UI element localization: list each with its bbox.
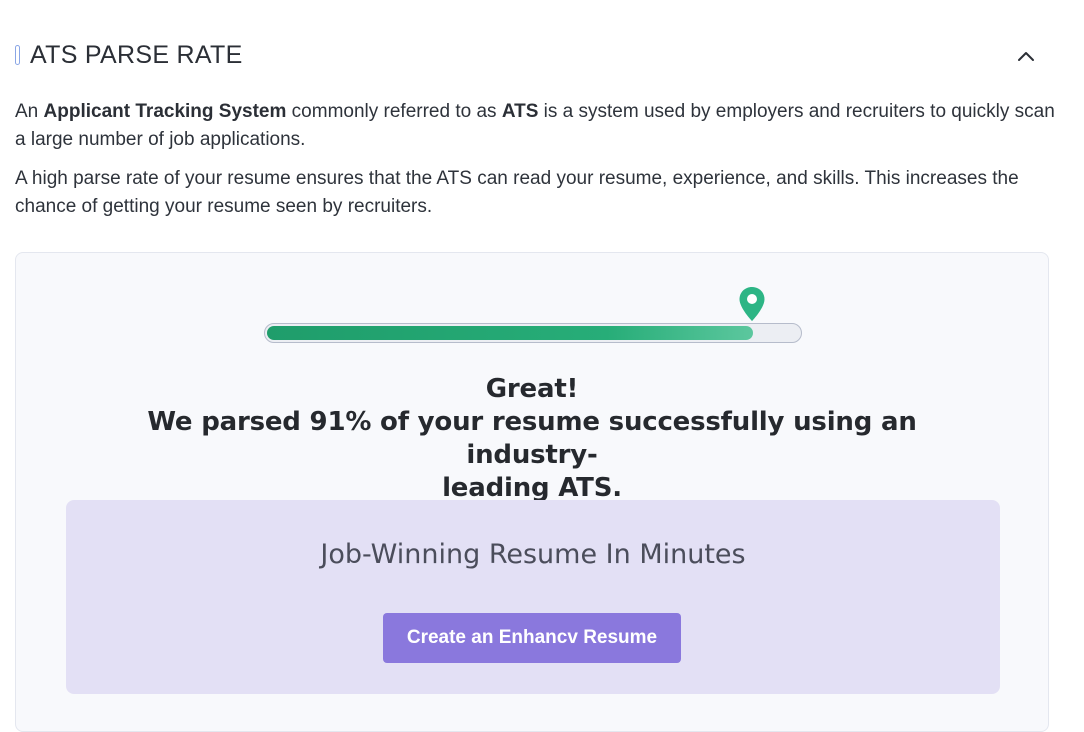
collapse-button[interactable] bbox=[1013, 43, 1039, 69]
location-pin-icon bbox=[739, 287, 765, 321]
intro-bold-term: Applicant Tracking System bbox=[43, 101, 287, 122]
parse-rate-progress-fill bbox=[267, 326, 753, 340]
parse-rate-explanation: A high parse rate of your resume ensures… bbox=[15, 168, 1019, 217]
promo-title: Job-Winning Resume In Minutes bbox=[320, 539, 746, 570]
result-headline: Great! bbox=[485, 374, 579, 404]
parse-result-card: Great! We parsed 91% of your resume succ… bbox=[15, 252, 1049, 732]
parse-result-message: Great! We parsed 91% of your resume succ… bbox=[106, 373, 958, 505]
result-detail-line-1: We parsed 91% of your resume successfull… bbox=[147, 407, 917, 470]
section-title: ATS PARSE RATE bbox=[30, 40, 243, 69]
create-resume-button[interactable]: Create an Enhancv Resume bbox=[383, 613, 681, 663]
ats-intro-paragraph: An Applicant Tracking System commonly re… bbox=[15, 98, 1055, 154]
resume-promo-banner: Job-Winning Resume In Minutes Create an … bbox=[66, 500, 1000, 694]
section-marker-icon bbox=[15, 45, 20, 65]
parse-rate-progress-bar bbox=[264, 323, 802, 343]
chevron-up-icon bbox=[1018, 52, 1034, 61]
section-header: ATS PARSE RATE bbox=[15, 38, 1045, 72]
intro-bold-abbrev: ATS bbox=[501, 101, 539, 122]
intro-text: commonly referred to as bbox=[286, 101, 502, 122]
intro-text: An bbox=[15, 101, 44, 122]
